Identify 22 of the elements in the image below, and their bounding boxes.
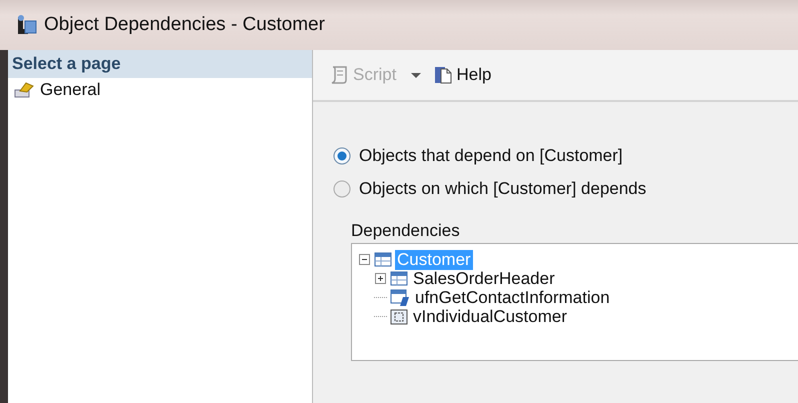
radio-off-icon [333, 180, 351, 198]
table-icon [390, 271, 408, 286]
document-icon [434, 65, 452, 85]
radio-option[interactable]: Objects on which [Customer] depends [333, 179, 798, 199]
scroll-icon [329, 65, 349, 85]
window-title: Object Dependencies - Customer [44, 14, 325, 36]
table-icon [374, 252, 392, 267]
properties-icon [14, 81, 34, 99]
expand-icon[interactable] [374, 272, 387, 285]
radio-option[interactable]: Objects that depend on [Customer] [333, 146, 798, 166]
radio-on-icon [333, 147, 351, 165]
tree-item[interactable]: vIndividualCustomer [411, 306, 570, 326]
tree-item[interactable]: ufnGetContactInformation [413, 288, 612, 308]
tree-item[interactable]: SalesOrderHeader [411, 268, 557, 288]
section-header: Select a page [8, 50, 312, 78]
collapse-icon[interactable] [358, 253, 371, 266]
help-button[interactable]: Help [432, 63, 494, 87]
group-label: Dependencies [351, 221, 461, 242]
view-icon [390, 308, 408, 324]
function-icon [390, 288, 410, 306]
app-icon [16, 14, 38, 36]
page-item[interactable]: General [8, 78, 312, 102]
